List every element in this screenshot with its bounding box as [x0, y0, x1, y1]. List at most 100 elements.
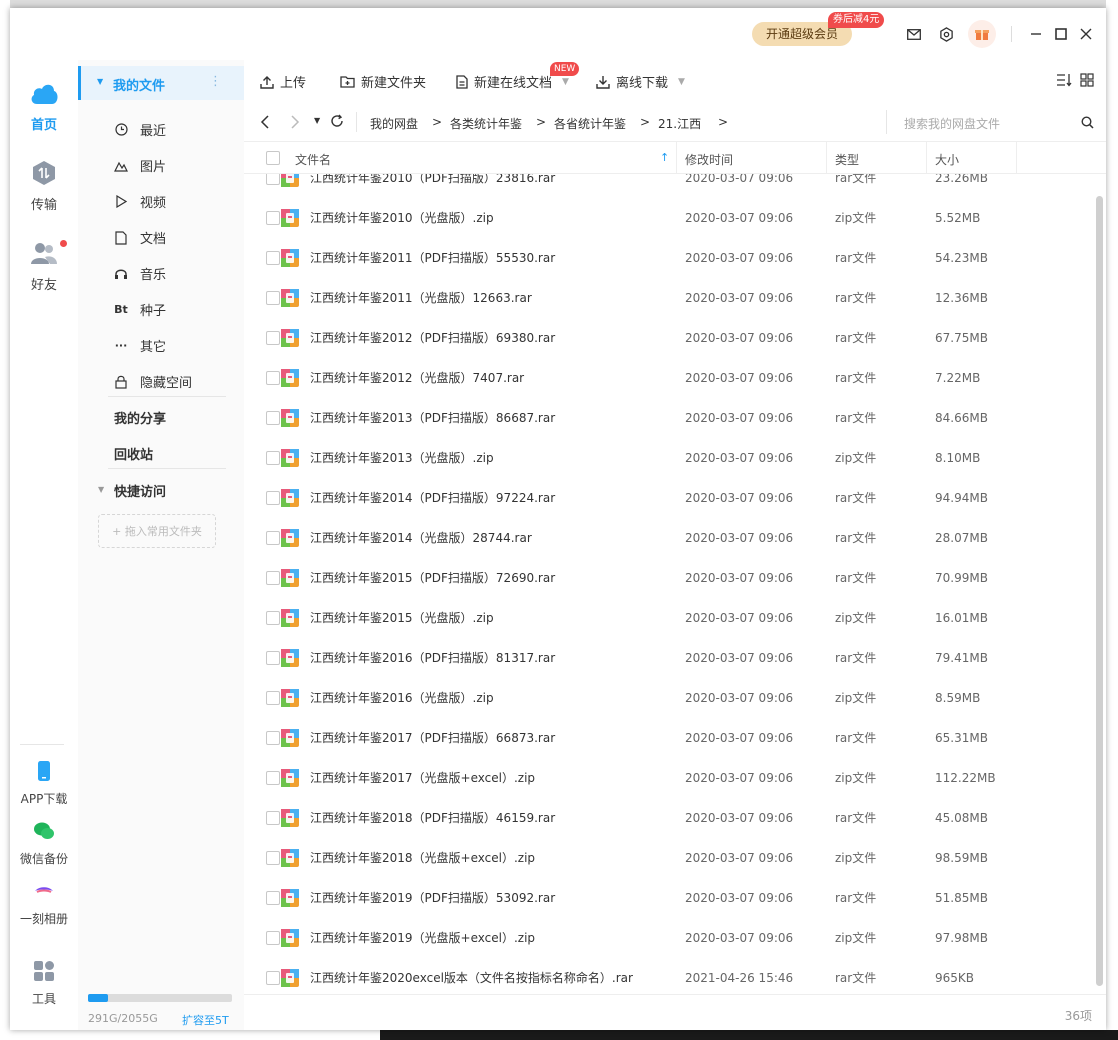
forward-icon[interactable]: [290, 115, 300, 132]
sidebar-recycle-bin[interactable]: 回收站: [114, 444, 153, 463]
table-row[interactable]: 江西统计年鉴2018（光盘版+excel）.zip 2020-03-07 09:0…: [244, 838, 1106, 878]
table-row[interactable]: 江西统计年鉴2015（光盘版）.zip 2020-03-07 09:06 zip文件…: [244, 598, 1106, 638]
file-name[interactable]: 江西统计年鉴2016（PDF扫描版）81317.rar: [310, 638, 555, 678]
row-checkbox[interactable]: [266, 811, 280, 825]
nav-transfer[interactable]: 传输: [10, 160, 78, 213]
grid-view-icon[interactable]: [1080, 73, 1094, 90]
file-name[interactable]: 江西统计年鉴2018（光盘版+excel）.zip: [310, 838, 535, 878]
search-input[interactable]: 搜索我的网盘文件: [904, 115, 1000, 132]
file-name[interactable]: 江西统计年鉴2013（PDF扫描版）86687.rar: [310, 398, 555, 438]
column-divider[interactable]: [1016, 142, 1017, 173]
table-row[interactable]: 江西统计年鉴2016（光盘版）.zip 2020-03-07 09:06 zip文件…: [244, 678, 1106, 718]
file-name[interactable]: 江西统计年鉴2011（光盘版）12663.rar: [310, 278, 532, 318]
sidebar-item-torrents[interactable]: Bt 种子: [114, 300, 166, 319]
file-name[interactable]: 江西统计年鉴2011（PDF扫描版）55530.rar: [310, 238, 555, 278]
row-checkbox[interactable]: [266, 291, 280, 305]
table-row[interactable]: 江西统计年鉴2014（光盘版）28744.rar 2020-03-07 09:06…: [244, 518, 1106, 558]
row-checkbox[interactable]: [266, 771, 280, 785]
table-row[interactable]: 江西统计年鉴2011（PDF扫描版）55530.rar 2020-03-07 09…: [244, 238, 1106, 278]
close-icon[interactable]: [1076, 24, 1096, 44]
quick-access-drop-zone[interactable]: + 拖入常用文件夹: [98, 514, 216, 548]
column-name[interactable]: 文件名: [295, 151, 331, 168]
file-name[interactable]: 江西统计年鉴2012（PDF扫描版）69380.rar: [310, 318, 555, 358]
row-checkbox[interactable]: [266, 891, 280, 905]
column-modified[interactable]: 修改时间: [685, 151, 733, 168]
table-row[interactable]: 江西统计年鉴2016（PDF扫描版）81317.rar 2020-03-07 09…: [244, 638, 1106, 678]
nav-home[interactable]: 首页: [10, 80, 78, 133]
column-size[interactable]: 大小: [935, 151, 959, 168]
sidebar-my-files[interactable]: ▼ 我的文件 ⋮: [78, 66, 244, 100]
gift-icon[interactable]: [968, 20, 996, 48]
row-checkbox[interactable]: [266, 571, 280, 585]
row-checkbox[interactable]: [266, 931, 280, 945]
file-name[interactable]: 江西统计年鉴2012（光盘版）7407.rar: [310, 358, 524, 398]
file-name[interactable]: 江西统计年鉴2010（光盘版）.zip: [310, 198, 494, 238]
row-checkbox[interactable]: [266, 331, 280, 345]
column-divider[interactable]: [676, 142, 677, 173]
row-checkbox[interactable]: [266, 531, 280, 545]
refresh-icon[interactable]: [330, 114, 344, 131]
table-row[interactable]: 江西统计年鉴2017（光盘版+excel）.zip 2020-03-07 09:0…: [244, 758, 1106, 798]
row-checkbox[interactable]: [266, 691, 280, 705]
breadcrumb-item[interactable]: 我的网盘: [370, 115, 418, 132]
row-checkbox[interactable]: [266, 611, 280, 625]
column-divider[interactable]: [926, 142, 927, 173]
table-row[interactable]: 江西统计年鉴2013（PDF扫描版）86687.rar 2020-03-07 09…: [244, 398, 1106, 438]
row-checkbox[interactable]: [266, 451, 280, 465]
expand-storage-link[interactable]: 扩容至5T: [182, 1012, 229, 1028]
table-row[interactable]: 江西统计年鉴2018（PDF扫描版）46159.rar 2020-03-07 09…: [244, 798, 1106, 838]
upload-button[interactable]: 上传: [260, 72, 306, 91]
table-row[interactable]: 江西统计年鉴2015（PDF扫描版）72690.rar 2020-03-07 09…: [244, 558, 1106, 598]
offline-download-button[interactable]: 离线下载 ▼: [596, 72, 685, 91]
file-name[interactable]: 江西统计年鉴2014（PDF扫描版）97224.rar: [310, 478, 555, 518]
sidebar-item-music[interactable]: 音乐: [114, 264, 166, 283]
nav-friends[interactable]: 好友: [10, 240, 78, 293]
table-row[interactable]: 江西统计年鉴2013（光盘版）.zip 2020-03-07 09:06 zip文件…: [244, 438, 1106, 478]
new-folder-button[interactable]: 新建文件夹: [340, 72, 426, 91]
sidebar-item-pictures[interactable]: 图片: [114, 156, 166, 175]
sidebar-my-share[interactable]: 我的分享: [114, 408, 166, 427]
file-name[interactable]: 江西统计年鉴2015（PDF扫描版）72690.rar: [310, 558, 555, 598]
search-icon[interactable]: [1081, 116, 1094, 132]
table-row[interactable]: 江西统计年鉴2017（PDF扫描版）66873.rar 2020-03-07 09…: [244, 718, 1106, 758]
file-name[interactable]: 江西统计年鉴2019（PDF扫描版）53092.rar: [310, 878, 555, 918]
column-type[interactable]: 类型: [835, 151, 859, 168]
column-divider[interactable]: [826, 142, 827, 173]
mail-icon[interactable]: [904, 24, 924, 44]
sidebar-item-other[interactable]: ··· 其它: [114, 336, 166, 355]
breadcrumb-item[interactable]: 各类统计年鉴: [450, 115, 522, 132]
minimize-icon[interactable]: [1026, 24, 1046, 44]
row-checkbox[interactable]: [266, 651, 280, 665]
table-row[interactable]: 江西统计年鉴2020excel版本（文件名按指标名称命名）.rar 2021-04…: [244, 958, 1106, 994]
select-all-checkbox[interactable]: [266, 151, 280, 165]
nav-album[interactable]: 一刻相册: [10, 880, 78, 927]
row-checkbox[interactable]: [266, 411, 280, 425]
table-row[interactable]: 江西统计年鉴2010（PDF扫描版）23816.rar 2020-03-07 09…: [244, 174, 1106, 198]
row-checkbox[interactable]: [266, 731, 280, 745]
settings-icon[interactable]: [936, 24, 956, 44]
history-dropdown-icon[interactable]: ▼: [314, 116, 320, 125]
scrollbar-thumb[interactable]: [1096, 196, 1103, 986]
row-checkbox[interactable]: [266, 851, 280, 865]
table-row[interactable]: 江西统计年鉴2012（PDF扫描版）69380.rar 2020-03-07 09…: [244, 318, 1106, 358]
search-box[interactable]: 搜索我的网盘文件: [886, 110, 1101, 134]
file-name[interactable]: 江西统计年鉴2018（PDF扫描版）46159.rar: [310, 798, 555, 838]
file-name[interactable]: 江西统计年鉴2016（光盘版）.zip: [310, 678, 494, 718]
row-checkbox[interactable]: [266, 491, 280, 505]
nav-app-download[interactable]: APP下载: [10, 760, 78, 807]
breadcrumb-item[interactable]: 各省统计年鉴: [554, 115, 626, 132]
table-row[interactable]: 江西统计年鉴2019（PDF扫描版）53092.rar 2020-03-07 09…: [244, 878, 1106, 918]
sort-arrow-up-icon[interactable]: ↑: [660, 151, 669, 164]
table-row[interactable]: 江西统计年鉴2011（光盘版）12663.rar 2020-03-07 09:06…: [244, 278, 1106, 318]
file-name[interactable]: 江西统计年鉴2020excel版本（文件名按指标名称命名）.rar: [310, 958, 633, 994]
sidebar-item-video[interactable]: 视频: [114, 192, 166, 211]
table-row[interactable]: 江西统计年鉴2010（光盘版）.zip 2020-03-07 09:06 zip文件…: [244, 198, 1106, 238]
maximize-icon[interactable]: [1051, 24, 1071, 44]
nav-tools[interactable]: 工具: [10, 960, 78, 1007]
row-checkbox[interactable]: [266, 371, 280, 385]
file-name[interactable]: 江西统计年鉴2019（光盘版+excel）.zip: [310, 918, 535, 958]
sort-icon[interactable]: [1056, 73, 1072, 90]
row-checkbox[interactable]: [266, 174, 280, 185]
chevron-down-icon[interactable]: ▼: [678, 77, 685, 87]
breadcrumb-item[interactable]: 21.江西: [658, 115, 701, 132]
